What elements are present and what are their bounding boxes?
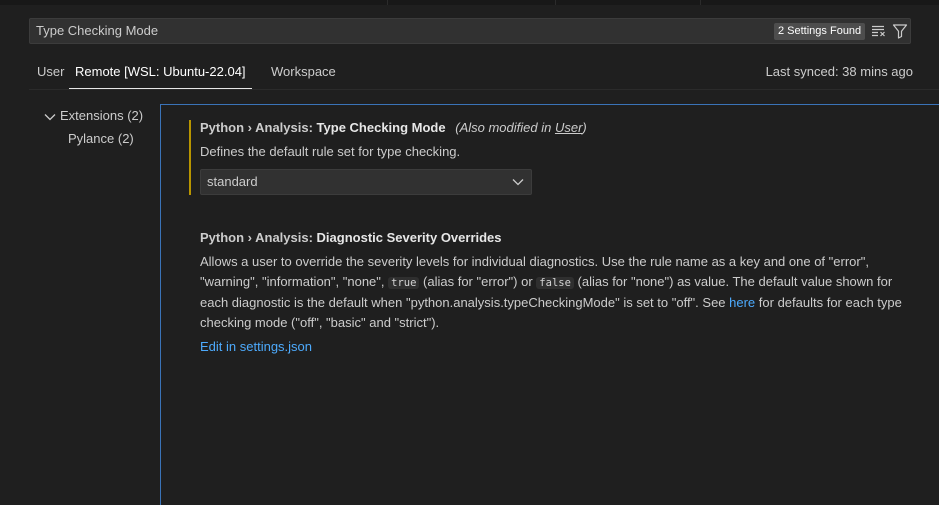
editor-tab-strip — [0, 0, 939, 5]
modified-indicator — [189, 120, 191, 195]
toc-item-extensions[interactable]: Extensions (2) — [43, 108, 143, 123]
toc-item-extensions-label: Extensions (2) — [60, 108, 144, 123]
results-count-badge: 2 Settings Found — [774, 23, 866, 40]
select-value: standard — [207, 174, 258, 189]
also-modified-suffix: ) — [582, 120, 587, 135]
last-synced-status: Last synced: 38 mins ago — [765, 64, 913, 79]
setting-category: Python › Analysis: — [200, 230, 317, 245]
tab-separator — [555, 0, 556, 5]
also-modified-user-link[interactable]: User — [555, 120, 582, 135]
edit-in-settings-json-link[interactable]: Edit in settings.json — [200, 339, 312, 354]
code-true: true — [388, 276, 420, 289]
setting-title-diagnostic-severity-overrides: Python › Analysis: Diagnostic Severity O… — [200, 230, 502, 245]
clear-filter-icon[interactable] — [871, 24, 887, 38]
filter-icon[interactable] — [892, 23, 908, 39]
setting-description: Allows a user to override the severity l… — [200, 252, 905, 332]
settings-search-box[interactable]: 2 Settings Found — [29, 18, 911, 44]
also-modified-prefix: (Also modified in — [455, 120, 555, 135]
setting-category: Python › Analysis: — [200, 120, 317, 135]
desc-text: (alias for "error") or — [419, 273, 537, 289]
setting-name: Type Checking Mode — [316, 120, 446, 135]
settings-editor: 2 Settings Found User Remote [WSL: Ubunt… — [0, 0, 939, 505]
tab-remote[interactable]: Remote [WSL: Ubuntu-22.04] — [69, 62, 252, 89]
also-modified-note: (Also modified in User) — [455, 120, 587, 135]
setting-name: Diagnostic Severity Overrides — [316, 230, 502, 245]
setting-description: Defines the default rule set for type ch… — [200, 144, 461, 159]
settings-search-input[interactable] — [36, 19, 736, 43]
chevron-down-icon — [44, 113, 56, 120]
tab-separator — [700, 0, 701, 5]
chevron-down-icon — [512, 179, 524, 186]
tab-workspace[interactable]: Workspace — [271, 62, 336, 88]
toc-item-pylance[interactable]: Pylance (2) — [68, 131, 134, 146]
tab-separator — [387, 0, 388, 5]
defaults-here-link[interactable]: here — [729, 295, 755, 310]
type-checking-mode-select[interactable]: standard — [200, 169, 532, 195]
tab-user[interactable]: User — [37, 62, 64, 88]
code-false: false — [536, 276, 574, 289]
tabs-divider — [29, 89, 939, 90]
setting-title-type-checking-mode: Python › Analysis: Type Checking Mode (A… — [200, 120, 587, 135]
